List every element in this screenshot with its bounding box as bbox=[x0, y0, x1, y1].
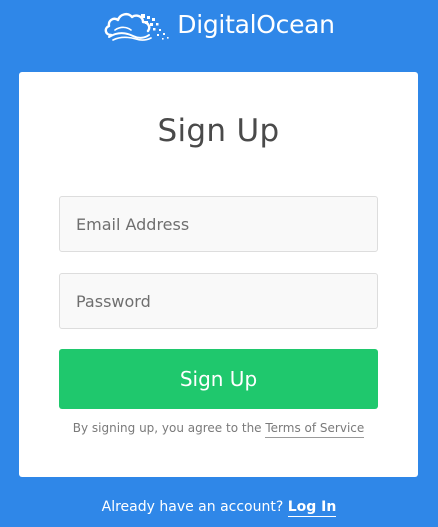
sign-up-button[interactable]: Sign Up bbox=[59, 349, 378, 409]
cloud-logo-icon bbox=[104, 12, 169, 41]
login-prompt: Already have an account? Log In bbox=[0, 496, 438, 518]
terms-prefix: By signing up, you agree to the bbox=[72, 421, 266, 435]
brand-header: DigitalOcean bbox=[0, 8, 438, 42]
login-prompt-text: Already have an account? bbox=[101, 499, 288, 515]
terms-notice: By signing up, you agree to the Terms of… bbox=[19, 419, 418, 438]
page-title: Sign Up bbox=[157, 113, 280, 149]
signup-card: Sign Up Sign Up By signing up, you agree… bbox=[19, 72, 418, 477]
password-field[interactable] bbox=[59, 273, 378, 329]
brand-name: DigitalOcean bbox=[177, 10, 335, 39]
email-field[interactable] bbox=[59, 196, 378, 252]
terms-of-service-link[interactable]: Terms of Service bbox=[265, 421, 365, 438]
log-in-link[interactable]: Log In bbox=[287, 499, 337, 517]
